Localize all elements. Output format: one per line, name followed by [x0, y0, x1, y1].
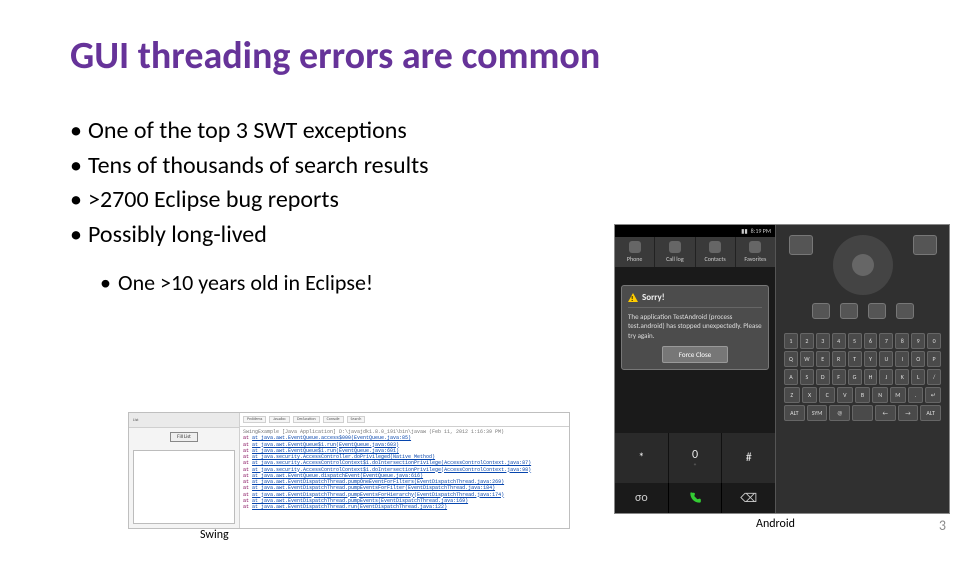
- hw-key: Z: [784, 387, 800, 403]
- hw-key: F: [832, 369, 846, 385]
- hw-key: A: [784, 369, 798, 385]
- hw-key: 6: [864, 333, 878, 349]
- bullet-item: •Tens of thousands of search results: [70, 149, 890, 184]
- android-status-bar: ▮▮ 8:19 PM: [615, 225, 775, 237]
- android-error-dialog: Sorry! The application TestAndroid (proc…: [621, 285, 769, 370]
- favorites-icon: [749, 241, 761, 253]
- hw-key: ↵: [925, 387, 941, 403]
- hw-key: 5: [848, 333, 862, 349]
- hw-key: .: [908, 387, 924, 403]
- hw-key: ←: [875, 405, 896, 421]
- hw-back-button: [868, 303, 886, 319]
- hw-key: U: [879, 351, 893, 367]
- hw-key: 4: [832, 333, 846, 349]
- hw-key: /: [927, 369, 941, 385]
- hw-key: D: [816, 369, 830, 385]
- hw-key: J: [879, 369, 893, 385]
- hw-key: 7: [879, 333, 893, 349]
- hw-key: ALT: [784, 405, 805, 421]
- hw-power-button: [913, 235, 937, 255]
- hw-key: G: [848, 369, 862, 385]
- calllog-icon: [669, 241, 681, 253]
- hw-key: B: [855, 387, 871, 403]
- hw-key: V: [837, 387, 853, 403]
- swing-console-tabs: Problems Javadoc Declaration Console Sea…: [240, 413, 569, 427]
- hw-key: →: [898, 405, 919, 421]
- hw-key: E: [816, 351, 830, 367]
- hw-key: N: [872, 387, 888, 403]
- hw-key: S: [800, 369, 814, 385]
- hw-key: Y: [864, 351, 878, 367]
- bullet-item: •One of the top 3 SWT exceptions: [70, 114, 890, 149]
- android-figure: ▮▮ 8:19 PM Phone Call log Contacts Favor…: [614, 224, 950, 514]
- hw-key: O: [911, 351, 925, 367]
- android-phone-screen: ▮▮ 8:19 PM Phone Call log Contacts Favor…: [615, 225, 776, 513]
- hw-key: M: [890, 387, 906, 403]
- hw-key: ALT: [920, 405, 941, 421]
- signal-icon: ▮▮: [741, 227, 748, 235]
- hw-key: SYM: [807, 405, 828, 421]
- hw-key: 0: [927, 333, 941, 349]
- warning-icon: [628, 293, 638, 302]
- swing-stack-trace: SwingExample [Java Application] D:\javaj…: [240, 427, 569, 528]
- force-close-button: Force Close: [662, 346, 728, 363]
- swing-fill-list-button: Fill List: [170, 432, 198, 442]
- hw-search-button: [896, 303, 914, 319]
- android-call-row: σο ⌫: [615, 483, 775, 513]
- hw-key: L: [911, 369, 925, 385]
- swing-list-area: [133, 450, 235, 524]
- backspace-icon: ⌫: [722, 483, 775, 513]
- hw-key: 9: [911, 333, 925, 349]
- hw-key: W: [800, 351, 814, 367]
- android-top-tabs: Phone Call log Contacts Favorites: [615, 237, 775, 267]
- hw-key: X: [802, 387, 818, 403]
- hw-key: R: [832, 351, 846, 367]
- hw-key: [852, 405, 873, 421]
- bullet-item: •>2700 Eclipse bug reports: [70, 183, 890, 218]
- hw-key: I: [895, 351, 909, 367]
- swing-titlebar: List: [129, 413, 239, 428]
- slide-title: GUI threading errors are common: [70, 36, 890, 78]
- page-number: 3: [939, 517, 946, 534]
- contacts-icon: [709, 241, 721, 253]
- android-hardware-panel: 1234567890 QWERTYUIOP ASDFGHJKL/ ZXCVBNM.↵ A…: [776, 225, 949, 513]
- hw-key: K: [895, 369, 909, 385]
- hw-menu-button: [840, 303, 858, 319]
- hw-key: C: [819, 387, 835, 403]
- phone-icon: [629, 241, 641, 253]
- hw-home-button: [812, 303, 830, 319]
- swing-window: List Fill List: [129, 413, 240, 528]
- voicemail-icon: σο: [615, 483, 669, 513]
- hw-key: 2: [800, 333, 814, 349]
- hw-key: P: [927, 351, 941, 367]
- hw-dpad-center: [852, 254, 874, 276]
- hw-key: 8: [895, 333, 909, 349]
- hw-key: @: [829, 405, 850, 421]
- hw-dpad: [833, 235, 893, 295]
- hw-key: T: [848, 351, 862, 367]
- hw-key: 1: [784, 333, 798, 349]
- swing-figure: List Fill List Problems Javadoc Declarat…: [128, 412, 570, 529]
- hw-volume-button: [789, 235, 813, 255]
- hw-key: H: [864, 369, 878, 385]
- hw-keyboard: 1234567890 QWERTYUIOP ASDFGHJKL/ ZXCVBNM.↵ A…: [784, 333, 941, 503]
- hw-key: 3: [816, 333, 830, 349]
- hw-key: Q: [784, 351, 798, 367]
- android-dialpad-row: * 0+ #: [615, 433, 775, 483]
- call-icon: [669, 483, 723, 513]
- android-caption: Android: [756, 517, 795, 531]
